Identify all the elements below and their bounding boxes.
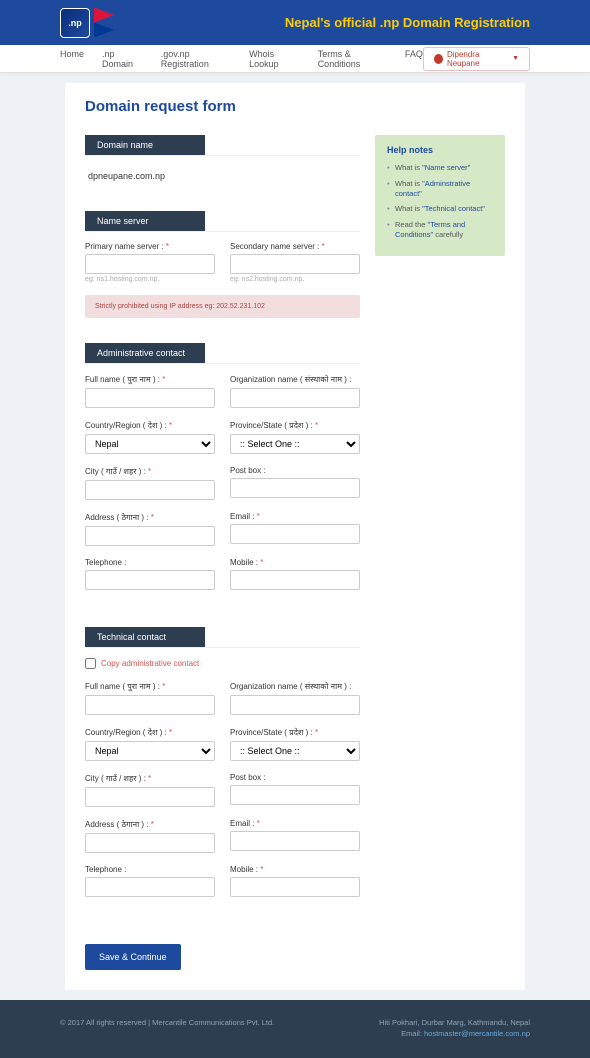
page-title: Domain request form xyxy=(85,98,505,115)
tech-city-label: City ( गाउँ / शहर ) : * xyxy=(85,773,215,784)
admin-city-input[interactable] xyxy=(85,480,215,500)
admin-fullname-input[interactable] xyxy=(85,388,215,408)
tech-fullname-label: Full name ( पुरा नाम ) : * xyxy=(85,681,215,692)
tech-city-input[interactable] xyxy=(85,787,215,807)
logo[interactable]: .np xyxy=(60,8,114,38)
section-tech-header: Technical contact xyxy=(85,627,205,647)
admin-mobile-input[interactable] xyxy=(230,570,360,590)
nav-faq[interactable]: FAQ xyxy=(405,49,423,69)
secondary-ns-label: Secondary name server : * xyxy=(230,242,360,251)
user-name: Dipendra Neupane xyxy=(447,50,508,68)
main-container: Domain request form Domain name dpneupan… xyxy=(65,83,525,990)
tech-telephone-input[interactable] xyxy=(85,877,215,897)
copy-admin-label[interactable]: Copy administrative contact xyxy=(101,659,199,668)
footer: © 2017 All rights reserved | Mercantile … xyxy=(0,1000,590,1058)
admin-email-input[interactable] xyxy=(230,524,360,544)
nav-terms[interactable]: Terms & Conditions xyxy=(318,49,387,69)
admin-org-label: Organization name ( संस्थाको नाम ) : xyxy=(230,374,360,385)
tech-mobile-input[interactable] xyxy=(230,877,360,897)
admin-postbox-label: Post box : xyxy=(230,466,360,475)
admin-fullname-label: Full name ( पुरा नाम ) : * xyxy=(85,374,215,385)
help-item[interactable]: What is "Name server" xyxy=(387,163,493,173)
admin-org-input[interactable] xyxy=(230,388,360,408)
admin-email-label: Email : * xyxy=(230,512,360,521)
footer-copyright: © 2017 All rights reserved | Mercantile … xyxy=(60,1018,274,1040)
section-domain-header: Domain name xyxy=(85,135,205,155)
nav-home[interactable]: Home xyxy=(60,49,84,69)
admin-country-select[interactable]: Nepal xyxy=(85,434,215,454)
nav-whois[interactable]: Whois Lookup xyxy=(249,49,300,69)
tech-telephone-label: Telephone : xyxy=(85,865,215,874)
admin-telephone-input[interactable] xyxy=(85,570,215,590)
tech-country-select[interactable]: Nepal xyxy=(85,741,215,761)
section-admin-header: Administrative contact xyxy=(85,343,205,363)
admin-address-label: Address ( ठेगाना ) : * xyxy=(85,512,215,523)
tech-postbox-input[interactable] xyxy=(230,785,360,805)
help-item[interactable]: What is "Technical contact" xyxy=(387,204,493,214)
tech-address-label: Address ( ठेगाना ) : * xyxy=(85,819,215,830)
tech-address-input[interactable] xyxy=(85,833,215,853)
tech-org-input[interactable] xyxy=(230,695,360,715)
admin-telephone-label: Telephone : xyxy=(85,558,215,567)
tech-email-label: Email : * xyxy=(230,819,360,828)
footer-address: Hiti Pokhari, Durbar Marg, Kathmandu, Ne… xyxy=(379,1018,530,1027)
admin-postbox-input[interactable] xyxy=(230,478,360,498)
secondary-ns-hint: eg: ns2.hosting.com.np. xyxy=(230,276,360,283)
form-main: Domain name dpneupane.com.np Name server… xyxy=(85,135,360,970)
admin-city-label: City ( गाउँ / शहर ) : * xyxy=(85,466,215,477)
flag-icon xyxy=(94,8,114,38)
help-box: Help notes What is "Name server" What is… xyxy=(375,135,505,256)
secondary-ns-input[interactable] xyxy=(230,254,360,274)
admin-address-input[interactable] xyxy=(85,526,215,546)
top-header: .np Nepal's official .np Domain Registra… xyxy=(0,0,590,45)
footer-email-label: Email: xyxy=(401,1029,424,1038)
user-menu[interactable]: Dipendra Neupane ▼ xyxy=(423,47,530,71)
tech-province-label: Province/State ( प्रदेश ) : * xyxy=(230,727,360,738)
chevron-down-icon: ▼ xyxy=(512,55,519,62)
domain-value: dpneupane.com.np xyxy=(85,166,360,186)
footer-email-link[interactable]: hostmaster@mercantile.com.np xyxy=(424,1029,530,1038)
tech-country-label: Country/Region ( देश ) : * xyxy=(85,727,215,738)
admin-mobile-label: Mobile : * xyxy=(230,558,360,567)
tech-province-select[interactable]: :: Select One :: xyxy=(230,741,360,761)
tagline: Nepal's official .np Domain Registration xyxy=(285,15,530,30)
admin-province-label: Province/State ( प्रदेश ) : * xyxy=(230,420,360,431)
save-button[interactable]: Save & Continue xyxy=(85,944,181,970)
tech-email-input[interactable] xyxy=(230,831,360,851)
tech-mobile-label: Mobile : * xyxy=(230,865,360,874)
help-item[interactable]: What is "Adminstrative contact" xyxy=(387,179,493,199)
section-nameserver-header: Name server xyxy=(85,211,205,231)
tech-org-label: Organization name ( संस्थाको नाम ) : xyxy=(230,681,360,692)
tech-fullname-input[interactable] xyxy=(85,695,215,715)
primary-ns-label: Primary name server : * xyxy=(85,242,215,251)
primary-ns-hint: eg: ns1.hosting.com.np. xyxy=(85,276,215,283)
nav-np-domain[interactable]: .np Domain xyxy=(102,49,143,69)
user-icon xyxy=(434,54,443,64)
primary-ns-input[interactable] xyxy=(85,254,215,274)
nav-govnp[interactable]: .gov.np Registration xyxy=(161,49,231,69)
admin-province-select[interactable]: :: Select One :: xyxy=(230,434,360,454)
nav-links: Home .np Domain .gov.np Registration Who… xyxy=(60,49,423,69)
nav-bar: Home .np Domain .gov.np Registration Who… xyxy=(0,45,590,73)
help-title: Help notes xyxy=(387,145,493,155)
help-item[interactable]: Read the "Terms and Conditions" carefull… xyxy=(387,220,493,240)
tech-postbox-label: Post box : xyxy=(230,773,360,782)
copy-admin-checkbox[interactable] xyxy=(85,658,96,669)
ns-alert: Strictly prohibited using IP address eg:… xyxy=(85,295,360,318)
logo-badge: .np xyxy=(60,8,90,38)
admin-country-label: Country/Region ( देश ) : * xyxy=(85,420,215,431)
